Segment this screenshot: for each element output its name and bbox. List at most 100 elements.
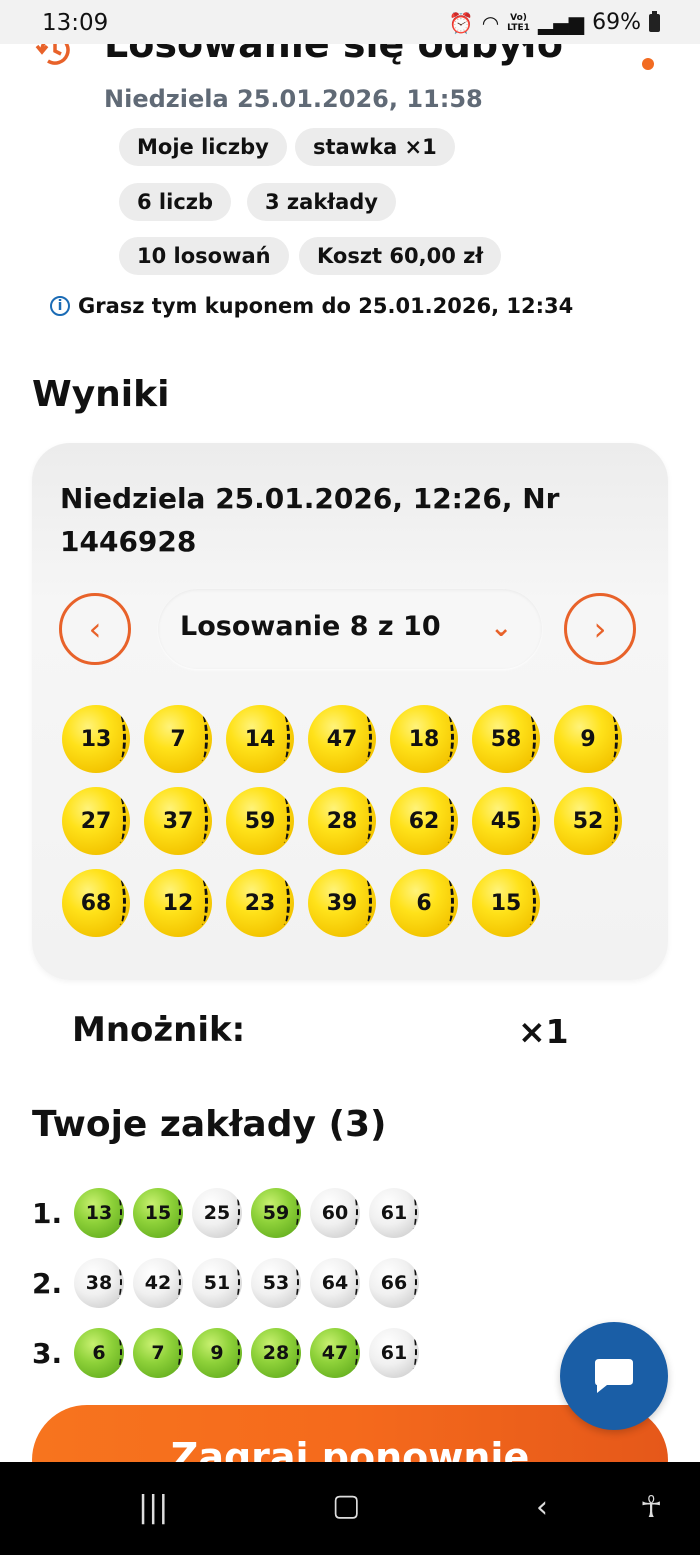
info-icon: i [50,296,70,316]
number-ball: 59 [226,787,294,855]
ball-number: 18 [408,726,440,752]
back-icon[interactable]: ‹ [536,1490,548,1525]
bet-row: 3. 6 7 9 28 47 61 [32,1328,419,1378]
chip-my-numbers: Moje liczby [119,128,287,166]
chip-number-count: 6 liczb [119,183,232,221]
number-ball: 58 [472,705,540,773]
ball-number: 12 [162,890,194,916]
number-ball: 51 [192,1258,242,1308]
number-ball: 38 [74,1258,124,1308]
ball-number: 59 [262,1202,290,1224]
signal-icon: ▂▄▆ [537,10,585,35]
ball-number: 42 [144,1272,172,1294]
ball-number: 15 [144,1202,172,1224]
ball-number: 7 [151,1342,165,1364]
draw-selector-label: Losowanie 8 z 10 [180,611,441,642]
ball-number: 39 [326,890,358,916]
number-ball: 18 [390,705,458,773]
results-heading: Wyniki [32,374,170,415]
status-time: 13:09 [42,10,109,36]
ball-number: 59 [244,808,276,834]
ball-number: 13 [85,1202,113,1224]
ball-number: 47 [321,1342,349,1364]
ball-number: 37 [162,808,194,834]
chip-cost: Koszt 60,00 zł [299,237,502,275]
recent-apps-icon[interactable]: ||| [138,1490,168,1525]
number-ball: 7 [133,1328,183,1378]
number-ball: 12 [144,869,212,937]
ball-number: 47 [326,726,358,752]
ball-number: 45 [490,808,522,834]
battery-percent: 69% [592,10,641,35]
number-ball: 13 [62,705,130,773]
volte-icon: Vo) LTE1 [507,12,530,33]
number-ball: 47 [310,1328,360,1378]
number-ball: 68 [62,869,130,937]
accessibility-icon[interactable]: ☥ [640,1490,662,1525]
number-ball: 14 [226,705,294,773]
ball-number: 58 [490,726,522,752]
prev-draw-button[interactable]: ‹ [59,593,131,665]
ball-number: 13 [80,726,112,752]
number-ball: 6 [74,1328,124,1378]
status-bar: 13:09 ⏰ ◠ Vo) LTE1 ▂▄▆ 69% [0,0,700,44]
chevron-down-icon: ⌄ [490,613,512,643]
number-ball: 53 [251,1258,301,1308]
number-ball: 6 [390,869,458,937]
number-ball: 64 [310,1258,360,1308]
number-ball: 45 [472,787,540,855]
ball-number: 23 [244,890,276,916]
number-ball: 28 [251,1328,301,1378]
alarm-icon: ⏰ [448,10,474,35]
system-nav-bar: ||| ▢ ‹ ☥ [0,1462,700,1555]
number-ball: 60 [310,1188,360,1238]
number-ball: 23 [226,869,294,937]
number-ball: 47 [308,705,376,773]
chat-button[interactable] [560,1322,668,1430]
chip-bet-count: 3 zakłady [247,183,396,221]
number-ball: 15 [472,869,540,937]
ball-number: 60 [321,1202,349,1224]
ball-number: 9 [210,1342,224,1364]
ball-number: 51 [203,1272,231,1294]
bet-number: 3. [32,1336,63,1370]
ball-number: 64 [321,1272,349,1294]
ball-number: 7 [170,726,186,752]
bet-balls: 6 7 9 28 47 61 [74,1328,419,1378]
chip-draws: 10 losowań [119,237,289,275]
bets-heading: Twoje zakłady (3) [32,1104,387,1145]
next-draw-button[interactable]: › [564,593,636,665]
ball-number: 6 [416,890,432,916]
ball-number: 52 [572,808,604,834]
ball-number: 53 [262,1272,290,1294]
draw-date: Niedziela 25.01.2026, 12:26, Nr 1446928 [60,482,560,558]
ball-number: 28 [326,808,358,834]
chevron-left-icon: ‹ [88,610,102,648]
coupon-date: Niedziela 25.01.2026, 11:58 [104,85,483,113]
ball-number: 6 [92,1342,106,1364]
ball-number: 27 [80,808,112,834]
bet-row: 1. 13 15 25 59 60 61 [32,1188,419,1238]
number-ball: 27 [62,787,130,855]
number-ball: 15 [133,1188,183,1238]
ball-number: 61 [380,1202,408,1224]
number-ball: 52 [554,787,622,855]
number-ball: 62 [390,787,458,855]
number-ball: 13 [74,1188,124,1238]
bet-number: 1. [32,1196,63,1230]
number-ball: 59 [251,1188,301,1238]
ball-number: 66 [380,1272,408,1294]
home-icon[interactable]: ▢ [332,1488,360,1523]
ball-number: 62 [408,808,440,834]
draw-selector[interactable]: Losowanie 8 z 10 ⌄ [158,589,542,669]
ball-number: 25 [203,1202,231,1224]
number-ball: 9 [554,705,622,773]
coupon-validity: i Grasz tym kuponem do 25.01.2026, 12:34 [50,294,573,318]
bet-row: 2. 38 42 51 53 64 66 [32,1258,419,1308]
chip-stake: stawka ×1 [295,128,455,166]
multiplier-value: ×1 [518,1012,569,1051]
battery-icon [649,10,660,32]
ball-number: 28 [262,1342,290,1364]
chevron-right-icon: › [593,610,607,648]
number-ball: 66 [369,1258,419,1308]
